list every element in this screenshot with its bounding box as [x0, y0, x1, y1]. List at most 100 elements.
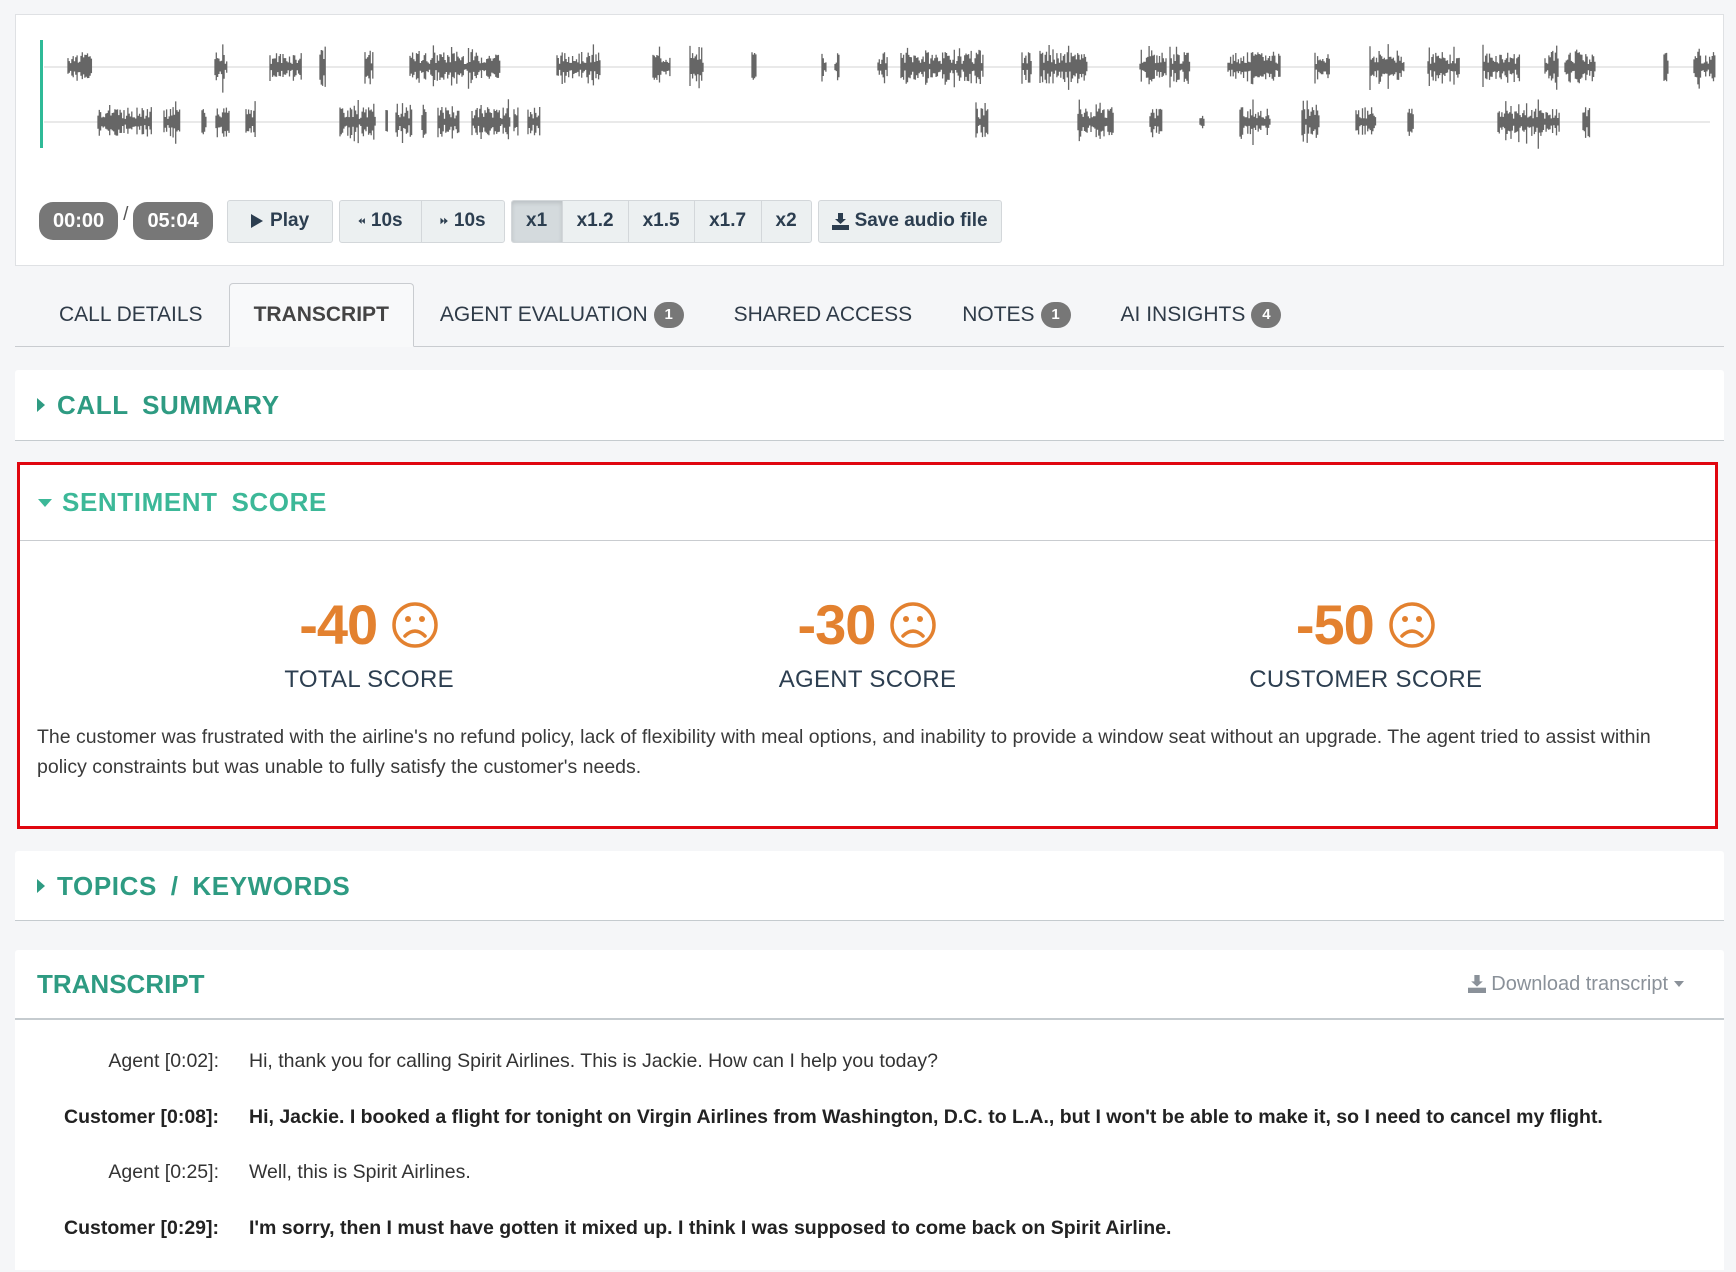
play-button[interactable]: Play [227, 200, 333, 243]
tab-shared-access[interactable]: SHARED ACCESS [710, 283, 937, 346]
time-separator: / [123, 204, 128, 226]
speed-x2-button[interactable]: x2 [761, 200, 812, 243]
waveform-segment [878, 52, 887, 83]
sentiment-summary: The customer was frustrated with the air… [20, 694, 1715, 782]
download-icon [1468, 975, 1486, 993]
waveform-segment [68, 52, 91, 80]
score-row: -40 TOTAL SCORE -30 AGENT SCORE -50 CUST… [20, 594, 1715, 694]
customer-score-label: CUSTOMER SCORE [1249, 666, 1482, 694]
waveform-segment [215, 44, 227, 92]
speed-x1-2-button[interactable]: x1.2 [562, 200, 629, 243]
speaker-label[interactable]: Agent [0:25]: [15, 1161, 219, 1184]
call-summary-toggle[interactable]: CALL SUMMARY [15, 370, 1724, 440]
speaker-label[interactable]: Customer [0:29]: [15, 1217, 219, 1240]
line-text: I'm sorry, then I must have gotten it mi… [249, 1217, 1171, 1240]
duration: 05:04 [133, 202, 212, 240]
play-label: Play [270, 210, 309, 232]
waveform-segment [246, 101, 255, 137]
count-badge: 1 [1041, 302, 1071, 328]
waveform-segment [1498, 100, 1559, 149]
waveform-segment [690, 46, 703, 88]
transcript-panel: TRANSCRIPT Download transcript Agent [0:… [15, 950, 1724, 1270]
count-badge: 4 [1251, 302, 1281, 328]
waveform-segment [1356, 107, 1376, 135]
tab-label: AGENT EVALUATION [440, 303, 648, 327]
call-summary-title: CALL SUMMARY [57, 390, 280, 421]
waveform-segment [1545, 46, 1558, 90]
score-value-wrap: -30 [798, 594, 938, 656]
total-score: -40 TOTAL SCORE [219, 594, 519, 694]
sentiment-score-toggle[interactable]: SENTIMENT SCORE [20, 465, 1715, 541]
waveform-segment [1565, 50, 1595, 84]
waveform-segment [1140, 46, 1166, 84]
waveform-segment [270, 53, 301, 81]
forward-10s-button[interactable]: 10s [421, 200, 505, 243]
play-icon [250, 213, 264, 229]
tab-call-details[interactable]: CALL DETAILS [35, 283, 227, 346]
speed-x1-5-button[interactable]: x1.5 [628, 200, 695, 243]
waveform-segment [365, 51, 373, 85]
waveform-segment [1428, 47, 1459, 86]
waveform-segment [514, 108, 518, 136]
waveform-segment [1150, 109, 1162, 137]
tab-notes[interactable]: NOTES 1 [938, 283, 1094, 346]
waveform-segment [822, 54, 826, 82]
speaker-label[interactable]: Agent [0:02]: [15, 1050, 219, 1073]
playback-cursor[interactable] [40, 40, 43, 148]
waveform-segment [1170, 47, 1190, 88]
waveform-segment [1694, 49, 1715, 89]
rewind-10s-button[interactable]: 10s [339, 200, 422, 243]
transcript-line: Customer [0:08]: Hi, Jackie. I booked a … [15, 1106, 1724, 1162]
skip-group: 10s 10s [339, 200, 505, 243]
sad-face-icon [889, 601, 937, 649]
tab-ai-insights[interactable]: AI INSIGHTS 4 [1097, 283, 1306, 346]
waveform-segment [1408, 109, 1413, 136]
waveform-segment [386, 110, 387, 132]
forward-label: 10s [454, 210, 486, 232]
agent-score: -30 AGENT SCORE [717, 594, 1017, 694]
download-icon [832, 213, 849, 230]
waveform-segment [1483, 45, 1519, 87]
waveform-segment [528, 107, 540, 135]
waveform-segment [472, 99, 510, 139]
tab-bar: CALL DETAILS TRANSCRIPT AGENT EVALUATION… [15, 284, 1724, 347]
waveform-segment [410, 45, 500, 88]
waveform-segment [1315, 53, 1329, 84]
waveform-segment [901, 48, 983, 87]
waveform-segment [752, 52, 756, 80]
speed-x1-7-button[interactable]: x1.7 [694, 200, 762, 243]
score-value-wrap: -40 [299, 594, 439, 656]
topics-title: TOPICS / KEYWORDS [57, 871, 350, 902]
waveform-segment [1302, 101, 1319, 143]
topics-toggle[interactable]: TOPICS / KEYWORDS [15, 851, 1724, 921]
waveform-segment [98, 105, 151, 137]
sentiment-score-panel: SENTIMENT SCORE -40 TOTAL SCORE -30 AGEN… [17, 462, 1718, 829]
sad-face-icon [1388, 601, 1436, 649]
waveform-segment [1200, 116, 1204, 128]
download-transcript-label: Download transcript [1491, 973, 1668, 996]
current-time: 00:00 [39, 202, 118, 240]
score-value-wrap: -50 [1296, 594, 1436, 656]
tab-transcript[interactable]: TRANSCRIPT [229, 283, 414, 347]
transcript-header: TRANSCRIPT Download transcript [15, 950, 1724, 1020]
waveform-segment [216, 108, 229, 138]
total-score-value: -40 [299, 594, 377, 656]
agent-score-value: -30 [798, 594, 876, 656]
tab-agent-evaluation[interactable]: AGENT EVALUATION 1 [416, 283, 708, 346]
download-transcript-dropdown[interactable]: Download transcript [1468, 973, 1684, 996]
tab-label: SHARED ACCESS [734, 303, 913, 327]
speaker-label[interactable]: Customer [0:08]: [15, 1106, 219, 1129]
transcript-line: Agent [0:25]: Well, this is Spirit Airli… [15, 1161, 1724, 1217]
topics-panel: TOPICS / KEYWORDS [15, 851, 1724, 921]
audio-player: 00:00 / 05:04 Play 10s 10s x1 x1.2 x1.5 … [15, 14, 1724, 266]
rewind-icon [358, 213, 365, 229]
line-text: Hi, thank you for calling Spirit Airline… [249, 1050, 938, 1073]
transcript-line: Agent [0:02]: Hi, thank you for calling … [15, 1050, 1724, 1106]
waveform-segment [976, 102, 988, 137]
speed-x1-button[interactable]: x1 [511, 200, 563, 243]
caret-right-icon [37, 398, 45, 412]
waveform-segment [1664, 53, 1668, 81]
waveform-segment [1240, 100, 1270, 146]
save-audio-button[interactable]: Save audio file [818, 200, 1002, 243]
waveform[interactable] [40, 39, 1720, 151]
